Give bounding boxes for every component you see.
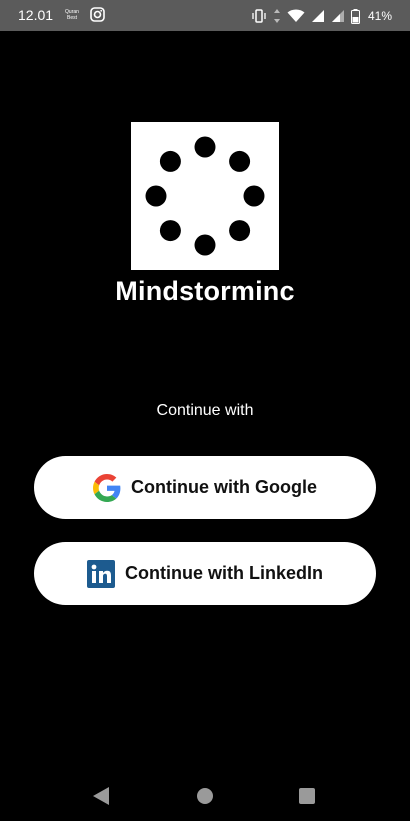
back-icon[interactable] — [92, 786, 110, 806]
vibrate-icon — [252, 9, 266, 23]
home-icon[interactable] — [197, 788, 213, 804]
data-arrows-icon — [273, 9, 280, 23]
signal-icon — [331, 10, 344, 22]
wifi-icon — [287, 9, 305, 22]
linkedin-icon — [87, 559, 115, 588]
quran-icon: Quran Best — [65, 9, 79, 21]
recents-icon[interactable] — [299, 788, 315, 804]
battery-icon — [350, 8, 360, 24]
continue-with-linkedin-button[interactable]: Continue with LinkedIn — [34, 542, 376, 605]
continue-with-google-button[interactable]: Continue with Google — [34, 456, 376, 519]
system-nav-bar — [0, 772, 410, 821]
screen: 12.01 Quran Best 41% Mindstorminc Contin… — [0, 0, 410, 821]
battery-percent: 41% — [367, 9, 392, 23]
app-name: Mindstorminc — [115, 276, 295, 306]
status-icons: 41% — [251, 6, 392, 26]
signal-icon — [311, 10, 324, 22]
google-icon — [93, 473, 121, 502]
continue-with-label: Continue with — [156, 402, 254, 419]
instagram-icon — [90, 7, 105, 22]
linkedin-button-label: Continue with LinkedIn — [125, 563, 323, 583]
app-logo — [131, 122, 279, 270]
status-bar: 12.01 Quran Best 41% — [0, 0, 410, 31]
dots-circle-logo — [145, 136, 265, 256]
google-button-label: Continue with Google — [131, 477, 317, 497]
status-time: 12.01 — [18, 7, 54, 23]
